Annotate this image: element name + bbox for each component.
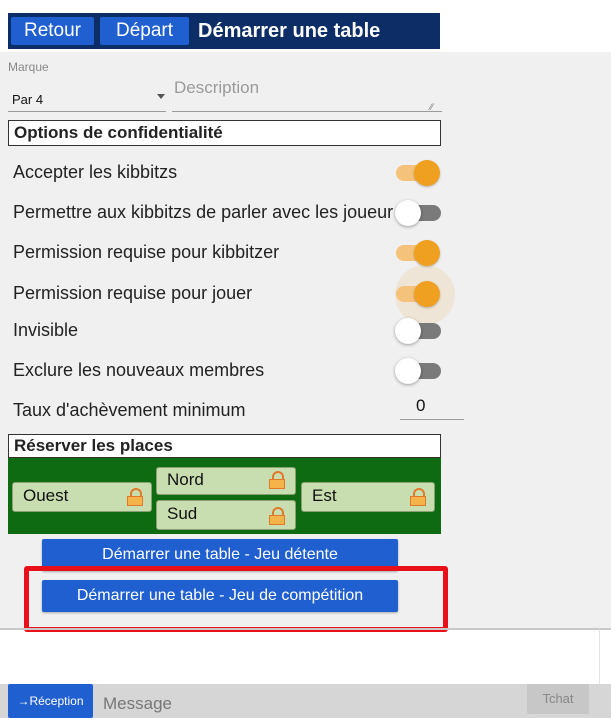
brand-label: Marque <box>8 60 49 74</box>
min-completion-underline <box>400 419 464 420</box>
option-label: Permission requise pour jouer <box>13 283 253 303</box>
lock-icon <box>127 488 143 506</box>
chevron-down-icon <box>157 94 165 99</box>
message-input[interactable]: Message <box>103 694 172 714</box>
brand-select[interactable]: Par 4 <box>8 86 166 112</box>
privacy-heading: Options de confidentialité <box>8 120 441 146</box>
toggle-accept-kibitz[interactable] <box>392 158 442 186</box>
brand-value: Par 4 <box>12 92 44 107</box>
option-label: Exclure les nouveaux membres <box>13 360 265 380</box>
brand-underline <box>8 111 166 112</box>
lock-icon <box>410 488 426 506</box>
back-button[interactable]: Retour <box>11 17 94 45</box>
seat-east-label: Est <box>312 486 337 505</box>
seat-table: Ouest Nord Sud Est <box>8 458 441 534</box>
option-label: Accepter les kibbitzs <box>13 162 178 182</box>
description-underline <box>172 111 442 112</box>
start-button[interactable]: Départ <box>100 17 189 45</box>
option-label: Invisible <box>13 320 79 340</box>
header: Retour Départ Démarrer une table <box>0 0 611 52</box>
min-completion-value: 0 <box>416 396 426 415</box>
chat-bar: →Réception Message Tchat <box>0 684 611 718</box>
seat-north-label: Nord <box>167 470 204 489</box>
reception-button[interactable]: →Réception <box>8 684 93 718</box>
min-completion-input[interactable]: 0 <box>400 394 464 420</box>
description-placeholder: Description <box>174 78 260 97</box>
seat-west[interactable]: Ouest <box>12 482 152 512</box>
chat-button[interactable]: Tchat <box>527 684 589 714</box>
toggle-invisible[interactable] <box>395 316 445 344</box>
lock-icon <box>269 471 285 489</box>
toggle-permission-kibitz[interactable] <box>392 238 442 266</box>
toggle-permission-play[interactable] <box>392 279 442 307</box>
option-label: Permission requise pour kibbitzer <box>13 242 280 262</box>
highlight-box <box>24 566 448 632</box>
toggle-kibitz-chat[interactable] <box>395 198 445 226</box>
side-divider <box>599 629 600 684</box>
lock-icon <box>269 507 285 525</box>
title-bar: Retour Départ Démarrer une table <box>8 13 440 49</box>
panel-divider <box>0 628 611 630</box>
option-label: Permettre aux kibbitzs de parler avec le… <box>13 202 393 222</box>
page-title: Démarrer une table <box>198 20 381 42</box>
seat-north[interactable]: Nord <box>156 467 296 495</box>
seat-south[interactable]: Sud <box>156 500 296 530</box>
seat-west-label: Ouest <box>23 486 69 505</box>
seat-east[interactable]: Est <box>301 482 435 512</box>
min-completion-label: Taux d'achèvement minimum <box>13 400 246 420</box>
seat-south-label: Sud <box>167 504 198 523</box>
description-field[interactable]: Description ⁄⁄ <box>172 74 442 112</box>
seats-heading: Réserver les places <box>8 434 441 458</box>
toggle-exclude-new[interactable] <box>395 356 445 384</box>
